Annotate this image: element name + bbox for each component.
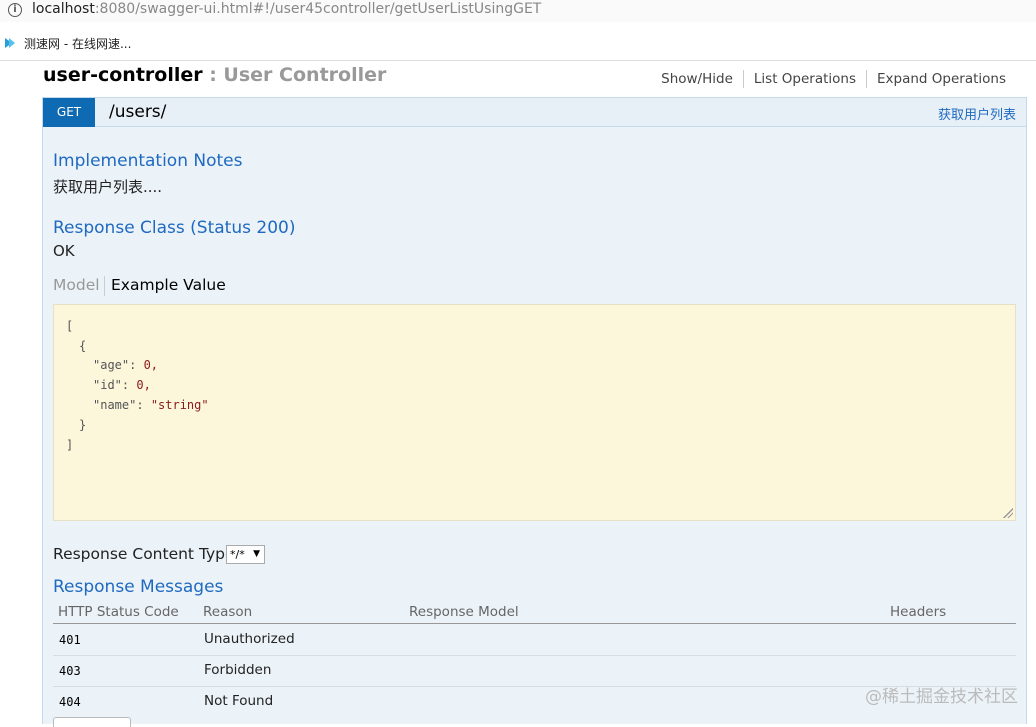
json-line-age: "age": 0, [93,358,159,372]
status-code: 401 [59,633,81,647]
json-value: 0, [136,378,151,392]
response-class-value: OK [53,242,75,260]
column-header: HTTP Status Code [58,604,179,620]
tab-example-value[interactable]: Example Value [111,276,226,294]
column-header: Reason [203,604,253,620]
url-host: localhost [32,1,95,17]
response-class-heading: Response Class (Status 200) [53,218,296,238]
url-path: :8080/swagger-ui.html#!/user45controller… [94,1,542,17]
json-line-id: "id": 0, [93,378,151,392]
json-key: "age" [93,358,130,372]
info-icon[interactable]: i [8,3,22,17]
response-messages-table-header: HTTP Status Code Reason Response Model H… [53,604,1016,624]
watermark: @稀土掘金技术社区 [865,687,1018,707]
tab-model[interactable]: Model [53,276,100,294]
select-value: */* [230,548,245,561]
controller-description: : User Controller [202,64,387,86]
list-operations-link[interactable]: List Operations [742,70,866,88]
response-content-type-select[interactable]: */* ▼ [226,545,265,564]
json-key: "name" [93,398,137,412]
column-header: Headers [890,604,947,620]
implementation-notes-text: 获取用户列表.... [53,178,163,196]
status-reason: Forbidden [204,662,272,678]
divider [0,60,1036,61]
json-value: "string" [150,398,209,412]
status-reason: Unauthorized [204,631,295,647]
status-code: 403 [59,664,81,678]
bookmark-link[interactable]: 测速网 - 在线网速... [24,35,131,52]
tab-divider [104,276,105,296]
json-close-brace: } [79,418,87,432]
expand-operations-link[interactable]: Expand Operations [866,70,1016,88]
json-key: "id" [93,378,122,392]
status-reason: Not Found [204,693,274,709]
try-it-out-button[interactable] [53,717,131,727]
address-bar[interactable]: i localhost:8080/swagger-ui.html#!/user4… [0,0,1036,22]
show-hide-link[interactable]: Show/Hide [651,70,743,88]
json-open-brace: { [79,339,87,353]
controller-operations: Show/Hide List Operations Expand Operati… [651,70,1016,88]
url-text[interactable]: localhost:8080/swagger-ui.html#!/user45c… [32,1,541,17]
implementation-notes-heading: Implementation Notes [53,151,243,171]
json-value: 0, [143,358,159,372]
json-line-name: "name": "string" [93,398,209,412]
json-open-bracket: [ [66,319,74,333]
json-close-bracket: ] [66,438,74,452]
response-messages-heading: Response Messages [53,577,224,597]
column-header: Response Model [409,604,519,620]
bookmark-bar: 测速网 - 在线网速... [0,26,1036,58]
operation-summary[interactable]: 获取用户列表 [938,104,1016,123]
controller-name[interactable]: user-controller [43,64,203,86]
example-value-textarea[interactable]: [ { "age": 0, "id": 0, "name": "string" … [53,304,1016,521]
resize-handle-icon[interactable] [1003,508,1013,518]
table-row: 401 Unauthorized [53,625,1016,656]
bookmark-favicon-icon [5,38,15,48]
http-method-badge[interactable]: GET [43,98,95,127]
controller-heading[interactable]: user-controller : User Controller [43,64,386,86]
response-content-type-label: Response Content Type [53,545,235,563]
dropdown-arrow-icon: ▼ [253,549,260,559]
status-code: 404 [59,695,81,709]
operation-header[interactable]: GET /users/ 获取用户列表 [42,97,1027,127]
operation-path[interactable]: /users/ [109,102,166,122]
